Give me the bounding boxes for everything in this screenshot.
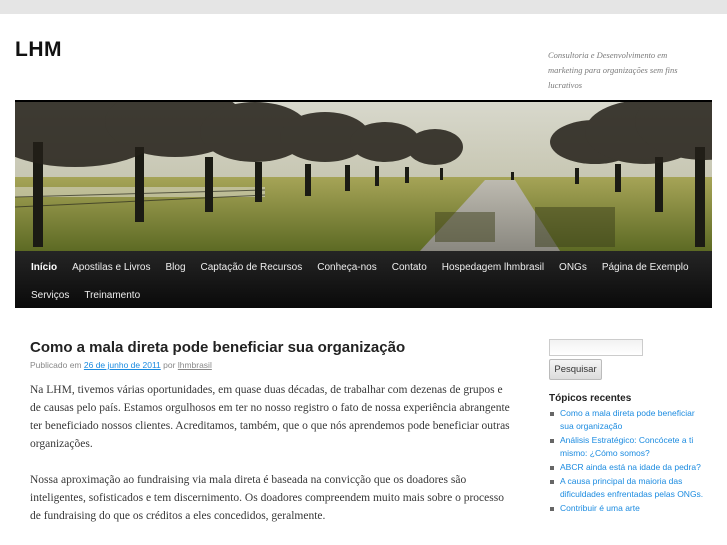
- post-date-link[interactable]: 26 de junho de 2011: [84, 360, 161, 370]
- post-content: Na LHM, tivemos várias oportunidades, em…: [30, 381, 510, 525]
- site-description: Consultoria e Desenvolvimento em marketi…: [548, 50, 678, 90]
- nav-item-hospedagem[interactable]: Hospedagem lhmbrasil: [434, 262, 551, 273]
- nav-row-2: Serviços Treinamento: [15, 281, 148, 309]
- post-article: Como a mala direta pode beneficiar sua o…: [30, 339, 510, 543]
- recent-post-link[interactable]: A causa principal da maioria das dificul…: [560, 476, 703, 499]
- post-title[interactable]: Como a mala direta pode beneficiar sua o…: [30, 339, 510, 356]
- recent-posts-list: Como a mala direta pode beneficiar sua o…: [549, 407, 704, 515]
- list-item: ABCR ainda está na idade da pedra?: [549, 461, 704, 474]
- main-navigation: Início Apostilas e Livros Blog Captação …: [15, 251, 712, 308]
- search-button[interactable]: Pesquisar: [549, 359, 602, 380]
- nav-item-conheca[interactable]: Conheça-nos: [310, 262, 384, 273]
- nav-item-blog[interactable]: Blog: [158, 262, 193, 273]
- meta-by: por: [163, 360, 176, 370]
- search-input[interactable]: [549, 339, 643, 356]
- post-meta: Publicado em 26 de junho de 2011 por lhm…: [30, 360, 510, 370]
- post-author-link[interactable]: lhmbrasil: [178, 360, 212, 370]
- nav-row-1: Início Apostilas e Livros Blog Captação …: [15, 253, 696, 281]
- site-title[interactable]: LHM: [15, 38, 62, 62]
- sidebar: Pesquisar Tópicos recentes Como a mala d…: [549, 339, 704, 516]
- header-banner-image: [15, 102, 712, 251]
- post-paragraph: Na LHM, tivemos várias oportunidades, em…: [30, 384, 510, 450]
- list-item: Análisis Estratégico: Concócete a ti mis…: [549, 434, 704, 460]
- nav-item-inicio[interactable]: Início: [15, 262, 65, 273]
- recent-post-link[interactable]: Análisis Estratégico: Concócete a ti mis…: [560, 435, 693, 458]
- list-item: Contribuir é uma arte: [549, 502, 704, 515]
- list-item: Como a mala direta pode beneficiar sua o…: [549, 407, 704, 433]
- nav-item-captacao[interactable]: Captação de Recursos: [193, 262, 310, 273]
- recent-post-link[interactable]: Contribuir é uma arte: [560, 503, 640, 513]
- page: LHM Consultoria e Desenvolvimento em mar…: [0, 14, 727, 545]
- meta-prefix: Publicado em: [30, 360, 82, 370]
- nav-item-treinamento[interactable]: Treinamento: [77, 290, 148, 301]
- recent-posts-title: Tópicos recentes: [549, 393, 632, 404]
- recent-post-link[interactable]: ABCR ainda está na idade da pedra?: [560, 462, 701, 472]
- nav-item-ongs[interactable]: ONGs: [552, 262, 595, 273]
- nav-item-contato[interactable]: Contato: [384, 262, 434, 273]
- nav-item-servicos[interactable]: Serviços: [15, 290, 77, 301]
- list-item: A causa principal da maioria das dificul…: [549, 475, 704, 501]
- nav-item-pagina-exemplo[interactable]: Página de Exemplo: [594, 262, 696, 273]
- post-paragraph: Nossa aproximação ao fundraising via mal…: [30, 474, 504, 522]
- nav-item-apostilas[interactable]: Apostilas e Livros: [65, 262, 158, 273]
- recent-post-link[interactable]: Como a mala direta pode beneficiar sua o…: [560, 408, 695, 431]
